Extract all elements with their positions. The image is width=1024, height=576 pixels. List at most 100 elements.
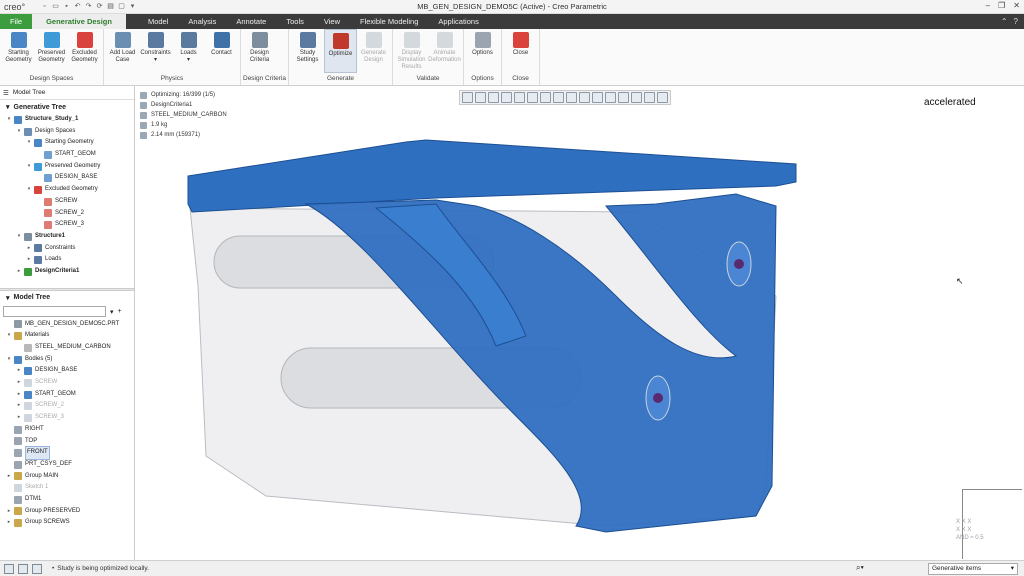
tree-item[interactable]: SCREW <box>0 196 134 208</box>
tree-item[interactable]: ▾ Structure1 <box>0 231 134 243</box>
tree-item[interactable]: ▾ Materials <box>0 330 134 342</box>
tab-generative-design[interactable]: Generative Design <box>32 14 126 29</box>
tree-item[interactable]: ▾ Design Spaces <box>0 126 134 138</box>
expand-toggle-icon[interactable]: ▸ <box>6 517 12 529</box>
tree-item[interactable]: Sketch 1 <box>0 482 134 494</box>
restore-icon[interactable]: ❐ <box>998 1 1005 10</box>
regenerate-icon[interactable]: ⟳ <box>95 2 104 11</box>
fullscreen-icon[interactable] <box>32 563 42 574</box>
expand-toggle-icon[interactable]: ▾ <box>16 126 22 138</box>
expand-icon[interactable]: ▾ <box>110 308 114 316</box>
undo-icon[interactable]: ↶ <box>73 2 82 11</box>
contact-button[interactable]: Contact <box>205 29 238 73</box>
expand-toggle-icon[interactable]: ▸ <box>16 412 22 424</box>
expand-toggle-icon[interactable]: ▸ <box>26 243 32 255</box>
design-criteria-button[interactable]: Design Criteria <box>243 29 276 73</box>
customize-icon[interactable]: ▾ <box>128 2 137 11</box>
tab-flexible-modeling[interactable]: Flexible Modeling <box>350 14 428 29</box>
tree-item[interactable]: ▾ Preserved Geometry <box>0 161 134 173</box>
tree-item[interactable]: ▸ Group MAIN <box>0 471 134 483</box>
tree-item[interactable]: PRT_CSYS_DEF <box>0 459 134 471</box>
expand-toggle-icon[interactable]: ▸ <box>26 254 32 266</box>
expand-toggle-icon[interactable]: ▾ <box>6 330 12 342</box>
windows-icon[interactable]: ▤ <box>106 2 115 11</box>
optimize-button[interactable]: Optimize <box>324 29 357 74</box>
tree-item[interactable]: FRONT <box>0 446 134 460</box>
close-icon[interactable]: ✕ <box>1013 1 1020 10</box>
tab-model[interactable]: Model <box>138 14 178 29</box>
zoom-in-icon[interactable] <box>475 92 486 103</box>
tree-item[interactable]: ▸ Group SCREWS <box>0 517 134 529</box>
graphics-toolbar-icon[interactable] <box>4 563 14 574</box>
close-button[interactable]: Close <box>504 29 537 73</box>
excluded-geometry-button[interactable]: Excluded Geometry <box>68 29 101 73</box>
find-icon[interactable]: ⌕▾ <box>856 563 864 573</box>
redo-icon[interactable]: ↷ <box>84 2 93 11</box>
tree-item[interactable]: ▾ Structure_Study_1 <box>0 114 134 126</box>
new-icon[interactable]: ▫ <box>40 2 49 11</box>
loads-button[interactable]: Loads ▾ <box>172 29 205 73</box>
expand-toggle-icon[interactable]: ▾ <box>26 137 32 149</box>
expand-toggle-icon[interactable]: ▾ <box>6 114 12 126</box>
minimize-icon[interactable]: – <box>986 1 990 10</box>
selection-filter-select[interactable]: Generative items <box>928 563 1018 575</box>
planes-icon[interactable] <box>605 92 616 103</box>
tab-annotate[interactable]: Annotate <box>226 14 276 29</box>
tab-analysis[interactable]: Analysis <box>178 14 226 29</box>
add-load-case-button[interactable]: Add Load Case <box>106 29 139 73</box>
tree-item[interactable]: ▸ Group PRESERVED <box>0 506 134 518</box>
points-icon[interactable] <box>631 92 642 103</box>
tree-item[interactable]: STEEL_MEDIUM_CARBON <box>0 342 134 354</box>
render-icon[interactable] <box>657 92 668 103</box>
view-manager-icon[interactable] <box>540 92 551 103</box>
open-icon[interactable]: ▭ <box>51 2 60 11</box>
expand-toggle-icon[interactable]: ▸ <box>6 506 12 518</box>
tab-file[interactable]: File <box>0 14 33 29</box>
zoom-out-icon[interactable] <box>488 92 499 103</box>
repaint-icon[interactable] <box>501 92 512 103</box>
collapse-icon[interactable]: ▾ <box>6 103 10 111</box>
tree-item[interactable]: ▾ Bodies (5) <box>0 354 134 366</box>
tree-item[interactable]: ▸ Constraints <box>0 243 134 255</box>
tree-item[interactable]: ▸ START_GEOM <box>0 389 134 401</box>
tree-item[interactable]: SCREW_3 <box>0 219 134 231</box>
tree-item[interactable]: ▸ SCREW <box>0 377 134 389</box>
expand-toggle-icon[interactable]: ▾ <box>26 161 32 173</box>
tree-item[interactable]: ▾ Starting Geometry <box>0 137 134 149</box>
tree-item[interactable]: ▸ SCREW_3 <box>0 412 134 424</box>
constraints-button[interactable]: Constraints ▾ <box>139 29 172 73</box>
expand-toggle-icon[interactable]: ▸ <box>6 471 12 483</box>
expand-toggle-icon[interactable]: ▾ <box>16 231 22 243</box>
model-tree-tab[interactable]: ☰ Model Tree <box>0 86 134 100</box>
expand-toggle-icon[interactable]: ▾ <box>6 354 12 366</box>
tree-item[interactable]: START_GEOM <box>0 149 134 161</box>
tree-item[interactable]: ▸ SCREW_2 <box>0 400 134 412</box>
tree-item[interactable]: ▸ DesignCriteria1 <box>0 266 134 278</box>
saved-views-icon[interactable] <box>514 92 525 103</box>
csys-icon[interactable] <box>644 92 655 103</box>
close-window-icon[interactable]: ▢ <box>117 2 126 11</box>
tree-search-input[interactable] <box>3 306 106 318</box>
expand-toggle-icon[interactable]: ▸ <box>16 389 22 401</box>
save-icon[interactable]: ▪ <box>62 2 71 11</box>
generate-design-button[interactable]: Generate Design <box>357 29 390 73</box>
tree-item[interactable]: TOP <box>0 436 134 448</box>
animate-deformation-button[interactable]: Animate Deformation <box>428 29 461 73</box>
annotation-display-icon[interactable] <box>579 92 590 103</box>
expand-toggle-icon[interactable]: ▸ <box>16 377 22 389</box>
tab-applications[interactable]: Applications <box>428 14 488 29</box>
perspective-icon[interactable] <box>553 92 564 103</box>
collapse-icon[interactable]: ▾ <box>6 294 10 302</box>
options-button[interactable]: Options <box>466 29 499 73</box>
datum-display-icon[interactable] <box>566 92 577 103</box>
display-simulation-results-button[interactable]: Display Simulation Results <box>395 29 428 73</box>
study-settings-button[interactable]: Study Settings <box>291 29 324 73</box>
tree-item[interactable]: DTM1 <box>0 494 134 506</box>
minimize-ribbon-icon[interactable]: ⌃ <box>1001 17 1008 26</box>
tree-item[interactable]: SCREW_2 <box>0 208 134 220</box>
display-style-icon[interactable] <box>527 92 538 103</box>
help-icon[interactable]: ? <box>1014 17 1018 26</box>
tree-item[interactable]: ▸ DESIGN_BASE <box>0 365 134 377</box>
expand-toggle-icon[interactable]: ▾ <box>26 184 32 196</box>
axes-icon[interactable] <box>618 92 629 103</box>
